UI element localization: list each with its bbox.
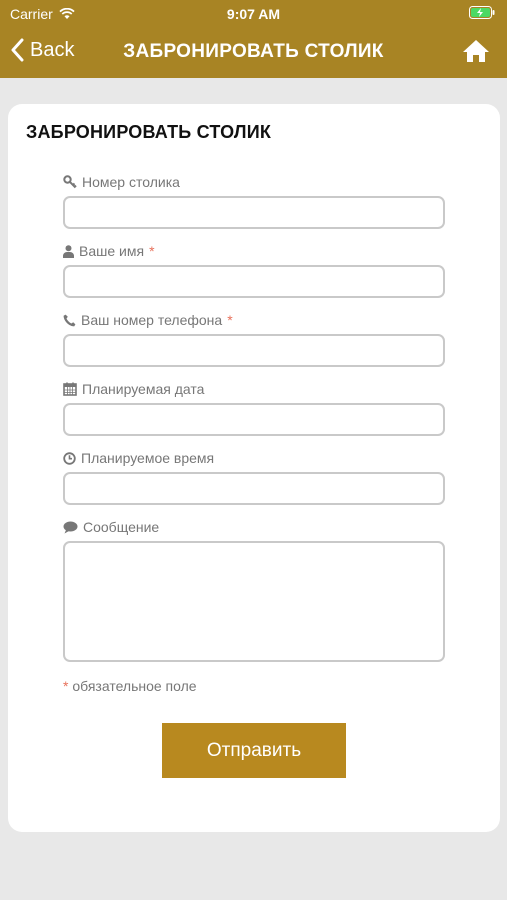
phone-label: Ваш номер телефона * [63,312,233,328]
message-textarea[interactable] [63,541,445,662]
submit-button[interactable]: Отправить [162,723,346,778]
key-icon [63,175,77,189]
date-input[interactable] [63,403,445,436]
status-bar: Carrier 9:07 AM [0,0,507,28]
required-marker: * [63,678,69,694]
clock-icon [63,451,76,465]
required-marker: * [149,243,155,259]
phone-input[interactable] [63,334,445,367]
name-input[interactable] [63,265,445,298]
phone-icon [63,314,76,327]
form-title: ЗАБРОНИРОВАТЬ СТОЛИК [26,122,272,142]
date-label: Планируемая дата [63,381,204,397]
required-marker: * [227,312,233,328]
reservation-card: ЗАБРОНИРОВАТЬ СТОЛИК Номер столика Ваше … [8,104,500,832]
time-label: Планируемое время [63,450,214,466]
nav-title: ЗАБРОНИРОВАТЬ СТОЛИК [123,41,384,62]
battery-charging-icon [469,6,495,19]
message-label: Сообщение [63,519,159,535]
comment-icon [63,521,78,534]
status-time: 9:07 AM [226,6,281,22]
name-label: Ваше имя * [63,243,155,259]
calendar-icon [63,382,77,396]
home-button[interactable] [461,38,491,69]
time-input[interactable] [63,472,445,505]
home-icon [461,38,491,64]
navigation-bar: Back ЗАБРОНИРОВАТЬ СТОЛИК [0,28,507,78]
required-note: * обязательное поле [63,678,197,694]
user-icon [63,244,74,258]
table-number-input[interactable] [63,196,445,229]
table-number-label: Номер столика [63,174,180,190]
